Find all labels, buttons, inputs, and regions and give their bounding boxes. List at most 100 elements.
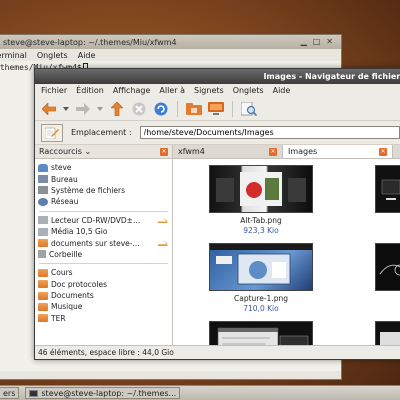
taskbar-item-terminal[interactable]: steve@steve-laptop: ~/.themes...	[25, 387, 181, 399]
bookmark-musique[interactable]: Musique	[35, 301, 172, 312]
image-thumbnail[interactable]	[375, 321, 400, 345]
sidebar-item-media[interactable]: Média 10,5 Gio	[35, 226, 172, 237]
eject-icon[interactable]	[158, 217, 168, 224]
image-thumbnail[interactable]	[375, 165, 400, 213]
close-tab-icon[interactable]: ✕	[269, 147, 277, 156]
sidebar-header: Raccourcis ⌄ ✕	[35, 145, 172, 159]
zoom-icon[interactable]	[241, 101, 257, 117]
reload-icon[interactable]	[153, 101, 169, 117]
menu-fichier[interactable]: Fichier	[41, 86, 67, 95]
file-size: 710,0 Kio	[243, 304, 279, 313]
menu-onglets[interactable]: Onglets	[37, 51, 68, 60]
back-arrow-icon[interactable]	[41, 101, 57, 117]
image-thumbnail[interactable]	[375, 243, 400, 291]
minimize-icon[interactable]: ▁	[301, 37, 307, 46]
sidebar-item-label: Bureau	[51, 174, 78, 184]
stop-icon[interactable]	[131, 101, 147, 117]
bookmark-doc-protocoles[interactable]: Doc protocoles	[35, 279, 172, 290]
sidebar-item-cd-drive[interactable]: Lecteur CD-RW/DVD±...	[35, 215, 172, 226]
file-manager-window[interactable]: Images - Navigateur de fichiers Fichier …	[34, 68, 400, 360]
up-arrow-icon[interactable]	[109, 101, 125, 117]
image-thumbnail	[209, 243, 313, 291]
sidebar-item-network-docs[interactable]: documents sur steve-...	[35, 237, 172, 248]
chevron-down-icon: ⌄	[84, 147, 92, 156]
taskbar-item-label: steve@steve-laptop: ~/.themes...	[41, 388, 177, 398]
close-tab-icon[interactable]: ✕	[379, 147, 387, 156]
folder-icon	[38, 280, 48, 289]
sidebar-divider	[39, 210, 168, 212]
bookmark-label: Documents	[51, 291, 94, 301]
sidebar-item-filesystem[interactable]: Système de fichiers	[35, 185, 172, 196]
places-list: steve Bureau Système de fichiers Réseau …	[35, 159, 172, 324]
taskbar-item-file-manager[interactable]: ers	[0, 387, 20, 399]
terminal-icon	[29, 389, 39, 397]
fm-title: Images - Navigateur de fichiers	[263, 72, 400, 81]
back-dropdown-icon[interactable]	[63, 101, 69, 117]
folder-icon	[38, 302, 48, 311]
toolbar-separator	[177, 100, 178, 117]
drive-icon	[38, 227, 48, 236]
sidebar-item-label: steve	[51, 163, 72, 173]
edit-location-icon[interactable]	[41, 123, 63, 142]
bookmark-label: Cours	[51, 268, 73, 278]
sidebar-item-reseau[interactable]: Réseau	[35, 196, 172, 207]
close-icon[interactable]: ✕	[326, 37, 333, 46]
sidebar-item-label: documents sur steve-...	[51, 238, 140, 248]
location-input[interactable]	[139, 126, 400, 139]
menu-terminal[interactable]: Terminal	[0, 51, 27, 60]
close-sidebar-icon[interactable]: ✕	[160, 147, 168, 156]
folder-icon	[38, 291, 48, 300]
file-name: Alt-Tab.png	[240, 216, 282, 225]
menu-aide[interactable]: Aide	[273, 86, 291, 95]
menu-aide[interactable]: Aide	[78, 51, 96, 60]
tab-xfwm4[interactable]: xfwm4 ✕	[173, 145, 283, 158]
network-folder-icon	[38, 239, 48, 248]
folder-icon	[38, 268, 48, 277]
sidebar-item-label: Réseau	[51, 197, 79, 207]
filesystem-icon	[38, 186, 48, 195]
file-name: Capture-1.png	[234, 294, 288, 303]
tab-label: Images	[288, 147, 318, 156]
sidebar-item-bureau[interactable]: Bureau	[35, 173, 172, 184]
location-label: Emplacement :	[71, 128, 132, 137]
user-home-icon	[38, 163, 48, 172]
tab-images[interactable]: Images ✕	[283, 145, 393, 158]
terminal-titlebar[interactable]: steve@steve-laptop: ~/.themes/Miu/xfwm4 …	[0, 35, 341, 49]
fm-menubar: Fichier Édition Affichage Aller à Signet…	[35, 84, 400, 97]
forward-arrow-icon[interactable]	[75, 101, 91, 117]
menu-edition[interactable]: Édition	[76, 86, 104, 95]
tab-label: xfwm4	[178, 147, 205, 156]
sidebar-type-selector[interactable]: Raccourcis ⌄	[39, 147, 91, 156]
menu-signets[interactable]: Signets	[194, 86, 224, 95]
fm-titlebar[interactable]: Images - Navigateur de fichiers	[35, 69, 400, 84]
status-text: 46 éléments, espace libre : 44,0 Gio	[38, 348, 174, 357]
bookmark-ter[interactable]: TER	[35, 313, 172, 324]
menu-affichage[interactable]: Affichage	[113, 86, 151, 95]
menu-aller-a[interactable]: Aller à	[159, 86, 185, 95]
file-size: 923,3 Kio	[243, 226, 279, 235]
sidebar-pane: Raccourcis ⌄ ✕ steve Bureau Système de f…	[35, 145, 173, 345]
home-folder-icon[interactable]	[186, 101, 202, 117]
location-bar: Emplacement :	[35, 121, 400, 145]
folder-icon	[38, 314, 48, 323]
fm-toolbar	[35, 97, 400, 121]
forward-dropdown-icon[interactable]	[97, 101, 103, 117]
sidebar-item-label: Média 10,5 Gio	[51, 227, 108, 237]
image-thumbnail	[209, 165, 313, 213]
taskbar-item-label: ers	[3, 388, 16, 398]
toolbar-separator	[232, 100, 233, 117]
image-thumbnail[interactable]	[209, 321, 313, 345]
sidebar-item-corbeille[interactable]: Corbeille	[35, 249, 172, 260]
terminal-menubar: Terminal Onglets Aide	[0, 49, 341, 61]
sidebar-item-steve[interactable]: steve	[35, 162, 172, 173]
bookmark-cours[interactable]: Cours	[35, 267, 172, 278]
menu-onglets[interactable]: Onglets	[233, 86, 264, 95]
sidebar-divider	[39, 263, 168, 265]
eject-icon[interactable]	[158, 240, 168, 247]
maximize-icon[interactable]: □	[313, 37, 321, 46]
sidebar-title: Raccourcis	[39, 147, 82, 156]
bookmark-documents[interactable]: Documents	[35, 290, 172, 301]
computer-icon[interactable]	[208, 101, 224, 117]
bookmark-label: TER	[51, 313, 66, 323]
sidebar-item-label: Lecteur CD-RW/DVD±...	[51, 215, 141, 225]
